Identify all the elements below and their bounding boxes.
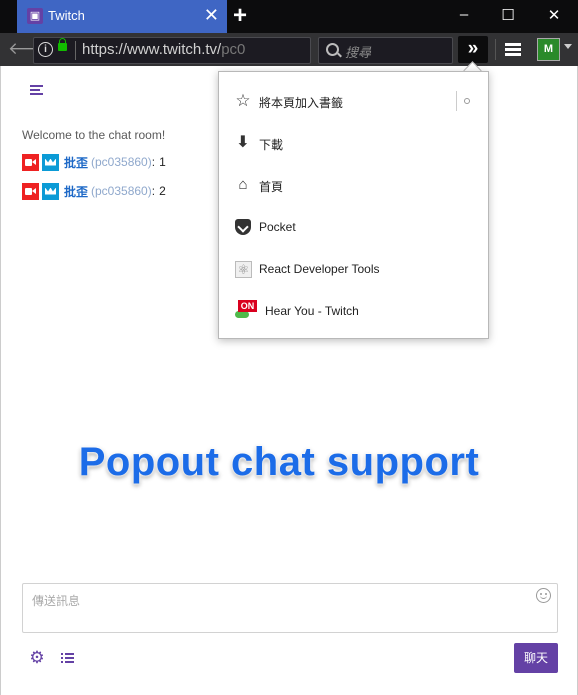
home-icon: ⌂ (238, 176, 248, 193)
hear-you-blob (235, 311, 249, 318)
url-bar[interactable]: i https://www.twitch.tv/pc0 ↻ (33, 37, 334, 64)
chat-menu-icon[interactable] (30, 85, 43, 97)
chat-text: 1 (159, 155, 166, 169)
url-divider (75, 41, 76, 60)
settings-gear-icon[interactable]: ⚙ (29, 649, 45, 666)
overflow-menu-panel: ☆ 將本頁加入書籤 ⬇ 下載 ⌂ 首頁 Pocket ⚛ React Devel… (218, 71, 489, 339)
menu-item-label: Pocket (259, 220, 296, 234)
pocket-icon (235, 219, 251, 235)
overlay-title: Popout chat support (78, 440, 480, 484)
menu-divider (456, 91, 457, 111)
tab-title: Twitch (48, 8, 85, 23)
menu-item-label: 下載 (259, 138, 284, 152)
menu-item-react-devtools[interactable]: ⚛ React Developer Tools (219, 248, 488, 290)
chat-login[interactable]: (pc035860) (91, 155, 152, 169)
shield-extension-icon[interactable]: M (537, 38, 560, 61)
minimize-button[interactable]: – (452, 6, 476, 23)
close-tab-icon[interactable]: ✕ (204, 5, 219, 25)
menu-item-label: React Developer Tools (259, 262, 380, 276)
download-icon: ⬇ (236, 134, 250, 151)
chat-login[interactable]: (pc035860) (91, 184, 152, 198)
url-text[interactable]: https://www.twitch.tv/pc0 (82, 41, 252, 58)
chat-username[interactable]: 批歪 (64, 183, 88, 200)
menu-item-label: 首頁 (259, 180, 284, 194)
tab-twitch[interactable]: ▣ Twitch ✕ (17, 0, 227, 33)
send-chat-button[interactable]: 聊天 (514, 643, 558, 673)
search-icon (326, 43, 339, 56)
broadcaster-badge-icon[interactable] (22, 153, 39, 171)
info-icon[interactable]: i (38, 42, 53, 57)
chevron-down-icon[interactable] (564, 44, 572, 49)
chat-colon: : (151, 155, 156, 169)
on-flag: ON (238, 300, 257, 312)
welcome-message: Welcome to the chat room! (22, 128, 166, 142)
viewer-list-icon[interactable] (61, 653, 74, 665)
chat-text: 2 (159, 184, 166, 198)
menu-item-pocket[interactable]: Pocket (219, 206, 488, 248)
search-placeholder: 搜尋 (345, 45, 372, 60)
react-devtools-icon: ⚛ (235, 261, 252, 278)
navigation-toolbar: 🡐 i https://www.twitch.tv/pc0 ↻ 搜尋 » M (0, 33, 578, 66)
menu-item-label: Hear You - Twitch (265, 304, 359, 318)
chat-username[interactable]: 批歪 (64, 154, 88, 171)
chat-message: 批歪 (pc035860) : 1 (22, 153, 166, 171)
search-bar[interactable]: 搜尋 (318, 37, 453, 64)
broadcaster-badge-icon[interactable] (22, 182, 39, 200)
twitch-logo-icon: ▣ (27, 8, 43, 24)
lock-icon[interactable] (58, 38, 67, 51)
overflow-menu-button[interactable]: » (458, 36, 488, 63)
chat-colon: : (151, 184, 156, 198)
hear-you-icon: ON (235, 300, 257, 320)
emote-smiley-icon[interactable] (536, 588, 551, 603)
bookmark-menu-dot-icon[interactable] (464, 98, 470, 104)
prime-crown-badge-icon[interactable] (42, 182, 59, 200)
menu-item-label: 將本頁加入書籤 (259, 96, 344, 110)
menu-item-bookmark[interactable]: ☆ 將本頁加入書籤 (219, 80, 488, 122)
window-close-button[interactable]: ✕ (542, 6, 566, 24)
menu-item-home[interactable]: ⌂ 首頁 (219, 164, 488, 206)
toolbar-divider (495, 39, 496, 60)
maximize-button[interactable]: ☐ (496, 6, 520, 24)
prime-crown-badge-icon[interactable] (42, 153, 59, 171)
title-bar: ▣ Twitch ✕ + – ☐ ✕ (0, 0, 578, 33)
chat-input-placeholder: 傳送訊息 (32, 594, 81, 608)
chat-message-input[interactable]: 傳送訊息 (22, 583, 558, 633)
menu-item-hear-you[interactable]: ON Hear You - Twitch (219, 290, 488, 332)
new-tab-button[interactable]: + (233, 3, 247, 29)
star-icon: ☆ (235, 91, 251, 110)
menu-item-downloads[interactable]: ⬇ 下載 (219, 122, 488, 164)
hamburger-menu-icon[interactable] (505, 43, 521, 56)
chat-message: 批歪 (pc035860) : 2 (22, 182, 166, 200)
